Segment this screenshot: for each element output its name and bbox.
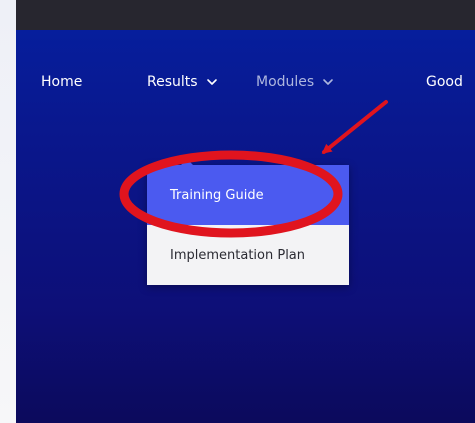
menu-item-label: Training Guide [170,187,264,203]
nav-item-modules[interactable]: Modules [256,70,334,94]
nav-item-label: Modules [256,74,315,90]
nav-item-label: Home [41,74,83,90]
top-bar [16,0,475,30]
nav-item-label: Good [426,74,463,90]
nav-item-home[interactable]: Home [41,70,82,94]
nav-item-good[interactable]: Good [426,70,463,94]
chevron-down-icon [206,79,217,85]
chevron-down-icon [323,79,334,85]
menu-item-implementation-plan[interactable]: Implementation Plan [147,225,349,285]
menu-item-training-guide[interactable]: Training Guide [147,165,349,225]
page: Home Results Modules Good Training Guide… [0,0,475,423]
results-dropdown-menu: Training Guide Implementation Plan [147,159,349,285]
nav-item-label: Results [147,74,198,90]
site-header: Home Results Modules Good Training Guide… [16,30,475,423]
left-page-margin [0,0,16,423]
main-nav: Home Results Modules Good [16,30,475,130]
nav-item-results[interactable]: Results [147,70,218,94]
menu-item-label: Implementation Plan [170,247,306,263]
